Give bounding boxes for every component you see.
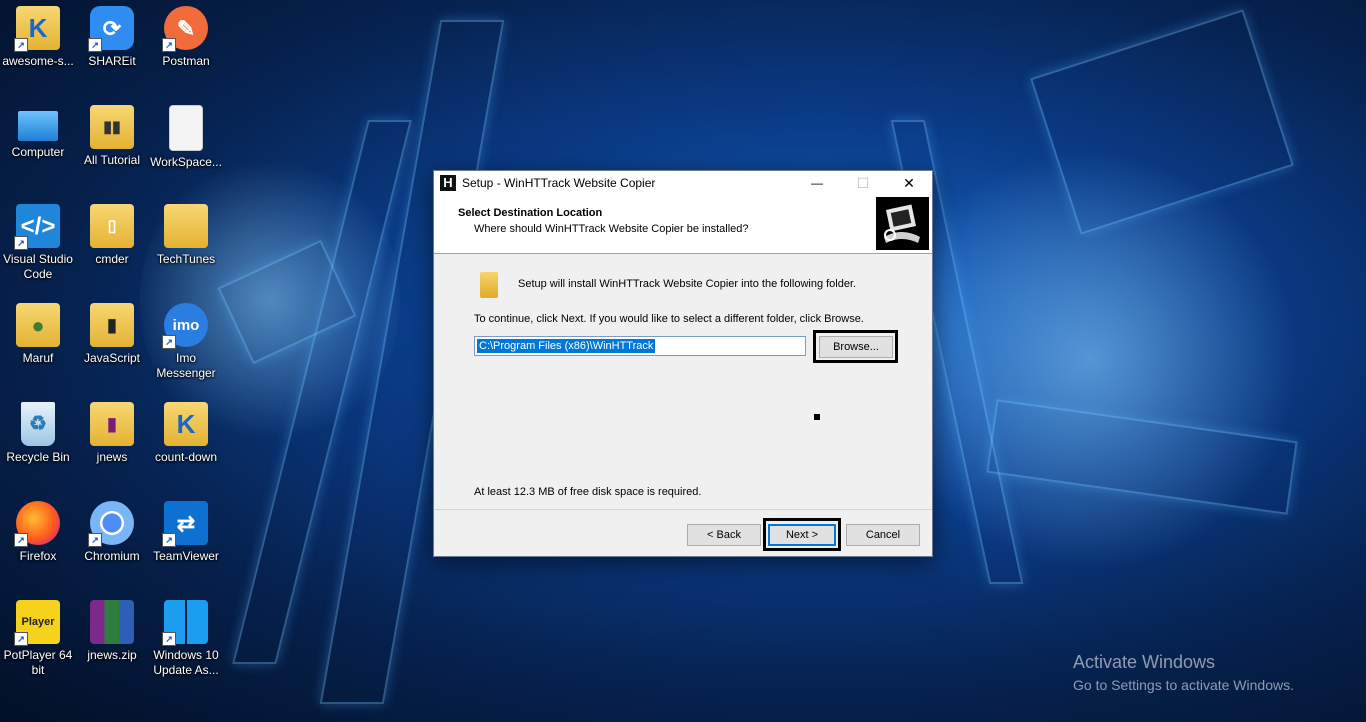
desktop-icon-potplayer[interactable]: Player ↗ PotPlayer 64 bit <box>0 594 76 686</box>
archive-icon <box>90 600 134 644</box>
folder-icon: ▯ <box>90 204 134 248</box>
desktop-icon-imo[interactable]: imo ↗ Imo Messenger <box>148 297 224 389</box>
desktop-icon-label: jnews.zip <box>87 648 137 662</box>
desktop-icon-firefox[interactable]: ↗ Firefox <box>0 495 76 587</box>
desktop-icon-chromium[interactable]: ↗ Chromium <box>74 495 150 587</box>
desktop-icon-cmder[interactable]: ▯ cmder <box>74 198 150 290</box>
back-button[interactable]: < Back <box>687 524 761 546</box>
desktop-icon-label: Postman <box>162 54 210 68</box>
potplayer-glyph: Player <box>21 615 55 628</box>
folder-icon: ▮ <box>90 402 134 446</box>
imo-glyph: imo <box>172 316 200 334</box>
next-button[interactable]: Next > <box>768 524 836 546</box>
desktop-icon-vscode[interactable]: </> ↗ Visual Studio Code <box>0 198 76 290</box>
desktop-icon-awesome[interactable]: K ↗ awesome-s... <box>0 0 76 92</box>
install-info-text: Setup will install WinHTTrack Website Co… <box>518 278 857 290</box>
wizard-footer: < Back Next > Cancel <box>434 509 932 556</box>
desktop-icon-jnews-zip[interactable]: jnews.zip <box>74 594 150 686</box>
wizard-step-title: Select Destination Location <box>458 207 603 219</box>
desktop-icon-label: Computer <box>11 145 65 159</box>
desktop-icon-label: count-down <box>154 450 218 464</box>
windows-logo-icon: ↗ <box>162 600 208 646</box>
highlight-frame <box>814 414 820 420</box>
destination-path-value: C:\Program Files (x86)\WinHTTrack <box>477 339 656 353</box>
desktop-icon-workspace[interactable]: WorkSpace... <box>148 99 224 191</box>
desktop-icon-label: Imo Messenger <box>156 351 216 380</box>
desktop-icon-label: jnews <box>96 450 128 464</box>
wallpaper-beam <box>1030 9 1294 235</box>
wizard-header: Select Destination Location Where should… <box>434 195 932 254</box>
desktop-icon-label: SHAREit <box>88 54 136 68</box>
folder-icon: K <box>164 402 208 446</box>
computer-icon <box>18 111 58 141</box>
desktop-icon-javascript[interactable]: ▮ JavaScript <box>74 297 150 389</box>
desktop-icon-shareit[interactable]: ⟳ ↗ SHAREit <box>74 0 150 92</box>
desktop-icon-label: Visual Studio Code <box>3 252 73 281</box>
teamviewer-icon: ⇄ ↗ <box>162 501 208 547</box>
dialog-titlebar[interactable]: H Setup - WinHTTrack Website Copier — ☐ … <box>434 171 932 195</box>
dialog-title: Setup - WinHTTrack Website Copier <box>462 176 656 190</box>
desktop-icon-label: Chromium <box>84 549 140 563</box>
desktop-icon-teamviewer[interactable]: ⇄ ↗ TeamViewer <box>148 495 224 587</box>
desktop-icon-computer[interactable]: Computer <box>0 99 76 191</box>
desktop-icon-label: TechTunes <box>156 252 216 266</box>
cancel-button[interactable]: Cancel <box>846 524 920 546</box>
chromium-icon: ↗ <box>88 501 134 547</box>
wizard-body: Setup will install WinHTTrack Website Co… <box>434 254 932 512</box>
desktop-icon-label: Maruf <box>22 351 54 365</box>
activate-windows-watermark: Activate Windows Go to Settings to activ… <box>1073 652 1294 693</box>
disk-space-text: At least 12.3 MB of free disk space is r… <box>474 486 702 498</box>
recycle-bin-icon: ♻ <box>21 402 55 446</box>
folder-icon: ▮▮ <box>90 105 134 149</box>
httrack-app-icon: H <box>440 175 456 191</box>
watermark-title: Activate Windows <box>1073 652 1216 672</box>
potplayer-icon: Player ↗ <box>14 600 60 646</box>
browse-button[interactable]: Browse... <box>819 336 893 358</box>
postman-icon: ✎ ↗ <box>162 6 208 52</box>
desktop-icon-postman[interactable]: ✎ ↗ Postman <box>148 0 224 92</box>
vscode-icon: </> ↗ <box>14 204 60 250</box>
desktop-icon-recycle-bin[interactable]: ♻ Recycle Bin <box>0 396 76 488</box>
firefox-icon: ↗ <box>14 501 60 547</box>
desktop-icon-label: WorkSpace... <box>150 155 222 169</box>
desktop-icon-windows-update[interactable]: ↗ Windows 10 Update As... <box>148 594 224 686</box>
desktop-icon-label: JavaScript <box>83 351 141 365</box>
shareit-icon: ⟳ ↗ <box>88 6 134 52</box>
user-folder-icon: ● <box>16 303 60 347</box>
imo-icon: imo ↗ <box>162 303 208 349</box>
desktop-icon-count-down[interactable]: K count-down <box>148 396 224 488</box>
minimize-button[interactable]: — <box>794 171 840 195</box>
destination-path-input[interactable]: C:\Program Files (x86)\WinHTTrack <box>474 336 806 356</box>
continue-instructions: To continue, click Next. If you would li… <box>474 313 864 325</box>
file-icon <box>169 105 203 151</box>
desktop-icon-techtunes[interactable]: TechTunes <box>148 198 224 290</box>
folder-icon: K ↗ <box>14 6 60 52</box>
close-button[interactable]: ✕ <box>886 171 932 195</box>
desktop-icon-label: Firefox <box>19 549 57 563</box>
desktop-icon-label: cmder <box>95 252 129 266</box>
folder-icon <box>480 272 498 298</box>
desktop-icon-maruf[interactable]: ● Maruf <box>0 297 76 389</box>
desktop-icon-label: All Tutorial <box>83 153 141 167</box>
desktop-icon-label: awesome-s... <box>2 54 74 68</box>
httrack-logo-icon <box>876 197 929 250</box>
wizard-step-subtitle: Where should WinHTTrack Website Copier b… <box>474 223 749 235</box>
setup-dialog: H Setup - WinHTTrack Website Copier — ☐ … <box>433 170 933 557</box>
watermark-subtitle: Go to Settings to activate Windows. <box>1073 677 1294 693</box>
folder-icon <box>164 204 208 248</box>
desktop-icon-label: TeamViewer <box>153 549 219 563</box>
desktop-icon-label: Recycle Bin <box>6 450 70 464</box>
folder-icon: ▮ <box>90 303 134 347</box>
desktop-icon-jnews[interactable]: ▮ jnews <box>74 396 150 488</box>
desktop-icon-all-tutorial[interactable]: ▮▮ All Tutorial <box>74 99 150 191</box>
maximize-button: ☐ <box>856 174 870 191</box>
desktop-icon-label: PotPlayer 64 bit <box>3 648 73 677</box>
desktop-icon-label: Windows 10 Update As... <box>153 648 219 677</box>
